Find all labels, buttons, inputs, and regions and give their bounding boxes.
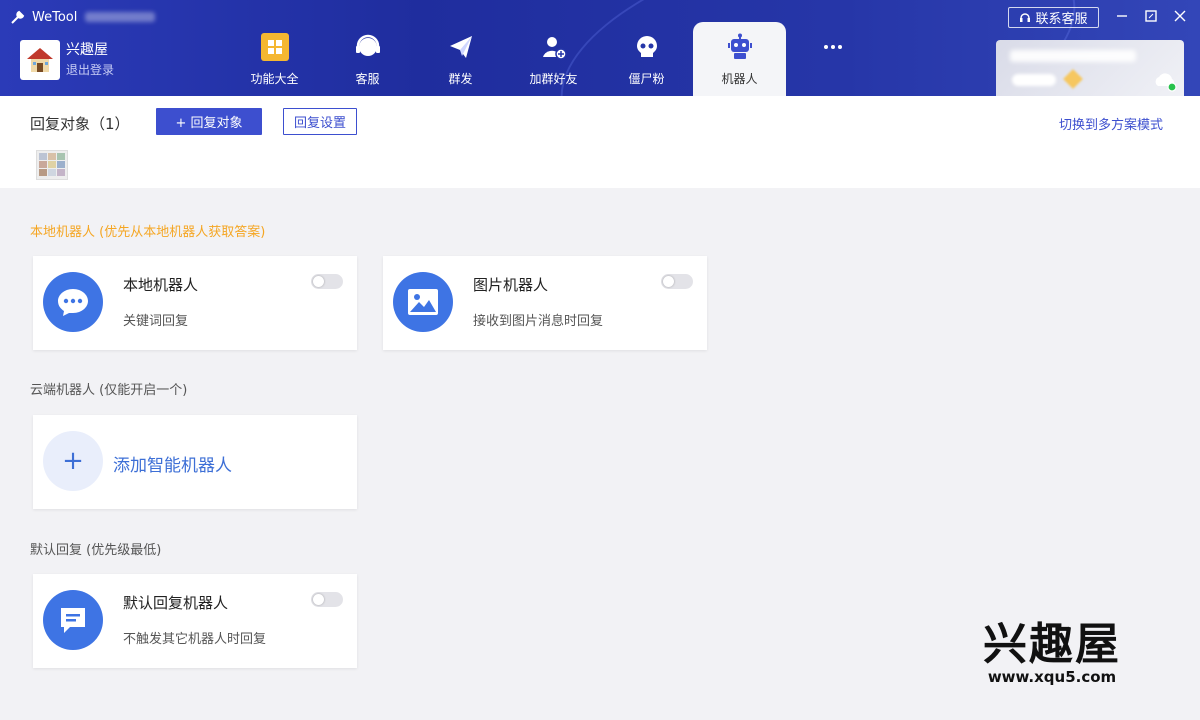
user-name: 兴趣屋 xyxy=(66,42,108,58)
card-title: 本地机器人 xyxy=(123,276,199,294)
contact-support-button[interactable]: 联系客服 xyxy=(1008,7,1099,28)
reply-target-thumbnail[interactable] xyxy=(36,150,68,180)
house-icon xyxy=(27,48,53,72)
diamond-icon xyxy=(1063,69,1083,89)
nav-robot[interactable]: 机器人 xyxy=(693,22,786,96)
reply-settings-button[interactable]: 回复设置 xyxy=(283,108,357,135)
add-smart-robot-card[interactable]: + 添加智能机器人 xyxy=(33,415,357,509)
nav-customer-service[interactable]: 客服 xyxy=(321,22,414,96)
vip-badge-blurred xyxy=(1012,74,1056,86)
message-icon xyxy=(43,590,103,650)
nav-add-group-friends[interactable]: 加群好友 xyxy=(507,22,600,96)
contact-support-label: 联系客服 xyxy=(1035,12,1088,27)
more-icon xyxy=(818,32,848,62)
card-description: 不触发其它机器人时回复 xyxy=(123,632,267,647)
cloud-sync-icon xyxy=(1155,73,1177,92)
app-name: WeTool xyxy=(32,9,78,25)
skull-icon xyxy=(632,32,662,62)
default-reply-robot-card[interactable]: 默认回复机器人 不触发其它机器人时回复 xyxy=(33,574,357,668)
nav-label: 加群好友 xyxy=(529,72,578,86)
headset-icon xyxy=(353,32,383,62)
nav-broadcast[interactable]: 群发 xyxy=(414,22,507,96)
card-description: 关键词回复 xyxy=(123,314,189,329)
add-smart-robot-label: 添加智能机器人 xyxy=(113,456,232,476)
nav-label: 群发 xyxy=(448,72,473,86)
local-robot-card[interactable]: 本地机器人 关键词回复 xyxy=(33,256,357,350)
content-scrollbar[interactable] xyxy=(1172,188,1200,720)
watermark-brand: 兴趣屋 xyxy=(983,619,1121,670)
close-button[interactable] xyxy=(1170,6,1190,26)
nav-label: 机器人 xyxy=(721,72,758,86)
maximize-button[interactable] xyxy=(1141,6,1161,26)
card-title: 默认回复机器人 xyxy=(123,594,229,612)
watermark: 兴趣屋 www.xqu5.com xyxy=(980,619,1124,687)
main-nav: 功能大全 客服 群发 加群好友 僵尸粉 机器人 xyxy=(228,22,879,96)
maximize-icon xyxy=(1145,10,1157,22)
version-blurred xyxy=(85,12,156,22)
add-user-icon xyxy=(539,32,569,62)
user-panel: 兴趣屋 退出登录 xyxy=(20,40,114,80)
group-avatar-icon xyxy=(39,153,65,176)
nav-label: 客服 xyxy=(355,72,380,86)
reply-target-label: 回复对象（1） xyxy=(30,115,130,133)
account-id-blurred xyxy=(1010,50,1136,62)
wrench-logo-icon xyxy=(11,10,25,24)
avatar[interactable] xyxy=(20,40,60,80)
nav-label: 僵尸粉 xyxy=(628,72,665,86)
grid-icon xyxy=(260,32,290,62)
nav-features[interactable]: 功能大全 xyxy=(228,22,321,96)
image-robot-toggle[interactable] xyxy=(661,274,693,289)
cloud-robot-section-title: 云端机器人 (仅能开启一个) xyxy=(30,383,188,398)
nav-more[interactable] xyxy=(786,22,879,96)
switch-multi-scheme-link[interactable]: 切换到多方案模式 xyxy=(1059,114,1163,133)
close-icon xyxy=(1174,10,1186,22)
robot-icon xyxy=(725,32,755,62)
image-robot-card[interactable]: 图片机器人 接收到图片消息时回复 xyxy=(383,256,707,350)
watermark-url: www.xqu5.com xyxy=(987,668,1117,686)
minimize-icon xyxy=(1117,15,1127,17)
paper-plane-icon xyxy=(446,32,476,62)
local-robot-section-title: 本地机器人 (优先从本地机器人获取答案) xyxy=(30,225,266,240)
minimize-button[interactable] xyxy=(1112,6,1132,26)
image-icon xyxy=(393,272,453,332)
card-description: 接收到图片消息时回复 xyxy=(473,314,604,329)
chat-bubble-icon xyxy=(43,272,103,332)
logout-link[interactable]: 退出登录 xyxy=(66,61,114,79)
add-reply-target-button[interactable]: + 回复对象 xyxy=(156,108,262,135)
default-reply-toggle[interactable] xyxy=(311,592,343,607)
nav-label: 功能大全 xyxy=(250,72,299,86)
nav-zombie-fans[interactable]: 僵尸粉 xyxy=(600,22,693,96)
local-robot-toggle[interactable] xyxy=(311,274,343,289)
headset-small-icon xyxy=(1020,12,1031,22)
card-title: 图片机器人 xyxy=(473,276,549,294)
title-bar: WeTool xyxy=(10,8,156,26)
plus-icon: + xyxy=(43,431,103,491)
app-header: WeTool 联系客服 兴趣屋 退出登录 功能大全 客服 群发 加群好友 僵尸粉… xyxy=(0,0,1200,96)
default-reply-section-title: 默认回复 (优先级最低) xyxy=(30,543,162,558)
account-card[interactable] xyxy=(996,40,1184,96)
